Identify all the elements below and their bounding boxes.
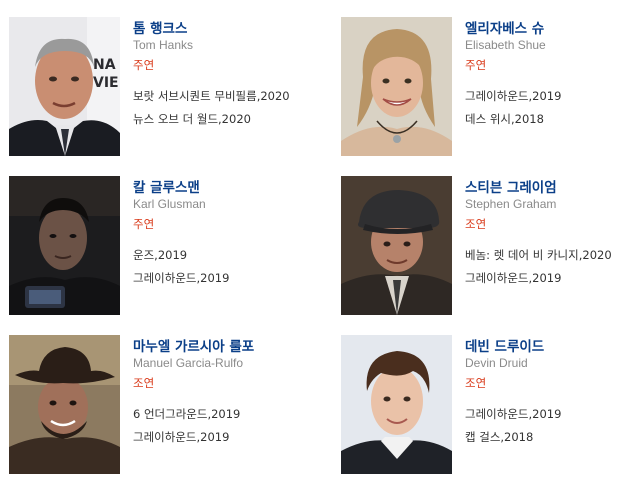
role-badge: 조연	[465, 376, 487, 390]
actor-card: 스티븐 그레이엄 Stephen Graham 조연 베놈: 렛 데어 비 카니…	[341, 176, 639, 316]
filmography-item[interactable]: 데스 위시,2018	[465, 111, 544, 127]
actor-name-english: Stephen Graham	[465, 197, 557, 211]
filmography-item[interactable]: 그레이하운드,2019	[133, 270, 229, 286]
actor-card: 엘리자베스 슈 Elisabeth Shue 주연 그레이하운드,2019 데스…	[341, 17, 639, 157]
actor-name-korean[interactable]: 스티븐 그레이엄	[465, 176, 557, 196]
filmography-item[interactable]: 그레이하운드,2019	[465, 270, 561, 286]
svg-text:NA: NA	[93, 57, 116, 73]
actor-card: NA VIE 톰 행크스 Tom Hanks 주연 보랏 서브시퀀트 무비필름,…	[9, 17, 309, 157]
filmography-item[interactable]: 그레이하운드,2019	[465, 88, 561, 104]
filmography-item[interactable]: 보랏 서브시퀀트 무비필름,2020	[133, 88, 290, 104]
role-badge: 조연	[465, 217, 487, 231]
actor-photo[interactable]	[9, 176, 120, 315]
role-badge: 조연	[133, 376, 155, 390]
filmography-item[interactable]: 6 언더그라운드,2019	[133, 406, 240, 422]
actor-name-korean[interactable]: 톰 행크스	[133, 17, 187, 37]
portrait-image	[341, 335, 452, 474]
actor-name-english: Karl Glusman	[133, 197, 206, 211]
actor-name-english: Devin Druid	[465, 356, 528, 370]
actor-name-english: Manuel Garcia-Rulfo	[133, 356, 244, 370]
role-badge: 주연	[465, 58, 487, 72]
portrait-image	[341, 176, 452, 315]
portrait-image	[9, 176, 120, 315]
actor-name-korean[interactable]: 데빈 드루이드	[465, 335, 544, 355]
actor-name-english: Tom Hanks	[133, 38, 194, 52]
role-badge: 주연	[133, 58, 155, 72]
portrait-image	[341, 17, 452, 156]
actor-card: 데빈 드루이드 Devin Druid 조연 그레이하운드,2019 캡 걸스,…	[341, 335, 639, 475]
actor-card: 칼 글루스맨 Karl Glusman 주연 운즈,2019 그레이하운드,20…	[9, 176, 309, 316]
actor-name-english: Elisabeth Shue	[465, 38, 546, 52]
svg-text:VIE: VIE	[93, 75, 119, 91]
filmography-item[interactable]: 캡 걸스,2018	[465, 429, 533, 445]
actor-photo[interactable]: NA VIE	[9, 17, 120, 156]
portrait-image: NA VIE	[9, 17, 120, 156]
actor-name-korean[interactable]: 칼 글루스맨	[133, 176, 200, 196]
filmography-item[interactable]: 베놈: 렛 데어 비 카니지,2020	[465, 247, 612, 263]
actor-photo[interactable]	[341, 176, 452, 315]
filmography-item[interactable]: 그레이하운드,2019	[133, 429, 229, 445]
filmography-item[interactable]: 그레이하운드,2019	[465, 406, 561, 422]
actor-card: 마누엘 가르시아 룰포 Manuel Garcia-Rulfo 조연 6 언더그…	[9, 335, 309, 475]
actor-photo[interactable]	[9, 335, 120, 474]
actor-name-korean[interactable]: 마누엘 가르시아 룰포	[133, 335, 254, 355]
filmography-item[interactable]: 운즈,2019	[133, 247, 187, 263]
filmography-item[interactable]: 뉴스 오브 더 월드,2020	[133, 111, 251, 127]
actor-photo[interactable]	[341, 17, 452, 156]
actor-name-korean[interactable]: 엘리자베스 슈	[465, 17, 544, 37]
role-badge: 주연	[133, 217, 155, 231]
actor-photo[interactable]	[341, 335, 452, 474]
portrait-image	[9, 335, 120, 474]
